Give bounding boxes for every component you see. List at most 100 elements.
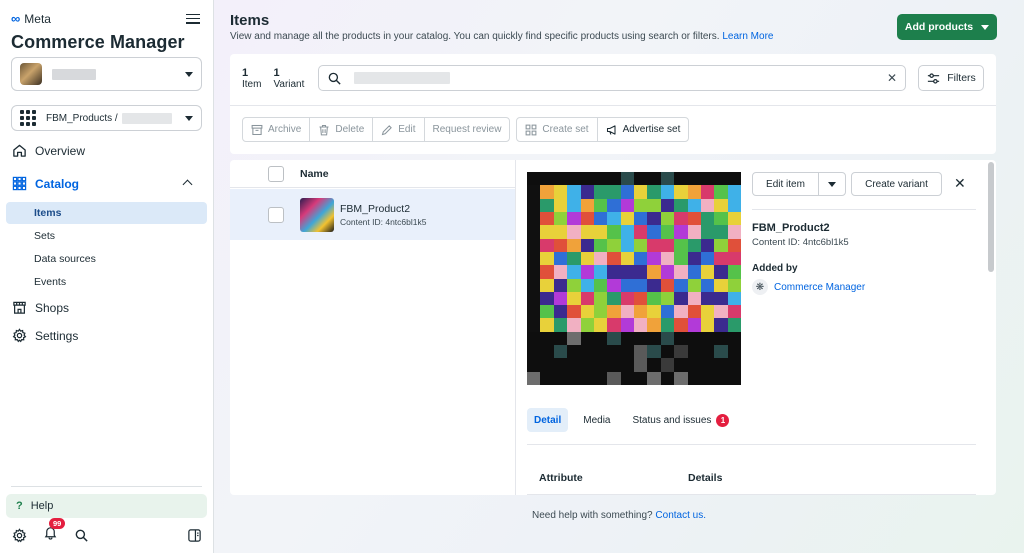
gear-icon[interactable] xyxy=(12,527,27,543)
tab-media[interactable]: Media xyxy=(576,408,617,432)
chevron-down-icon xyxy=(185,115,193,121)
search-input[interactable]: ✕ xyxy=(318,65,906,91)
close-icon[interactable]: ✕ xyxy=(954,175,966,192)
nav-overview[interactable]: Overview xyxy=(12,143,85,158)
edit-item-menu-button[interactable] xyxy=(818,172,846,196)
create-set-label: Create set xyxy=(542,124,589,135)
item-detail-panel: Edit item Create variant ✕ FBM_Product2 … xyxy=(515,160,996,495)
advertise-set-label: Advertise set xyxy=(622,124,681,135)
archive-icon xyxy=(251,124,263,135)
search-value-redacted xyxy=(354,72,450,84)
nav-data-sources[interactable]: Data sources xyxy=(6,248,207,270)
filters-label: Filters xyxy=(947,72,976,84)
main-content: Items View and manage all the products i… xyxy=(214,0,1024,553)
tab-status-and-issues[interactable]: Status and issues 1 xyxy=(625,408,736,432)
bulk-actions-toolbar: Archive Delete Edit Request review Creat… xyxy=(242,117,690,142)
catalog-icon xyxy=(12,176,27,191)
meta-logo[interactable]: ∞ Meta xyxy=(11,11,51,26)
panel-divider xyxy=(230,105,996,106)
nav-overview-label: Overview xyxy=(35,143,86,158)
clear-search-icon[interactable]: ✕ xyxy=(887,71,897,85)
select-all-checkbox[interactable] xyxy=(268,165,284,182)
create-variant-button[interactable]: Create variant xyxy=(851,172,942,196)
meta-infinity-icon: ∞ xyxy=(11,11,21,26)
product-image-preview xyxy=(527,172,741,385)
nav-sets[interactable]: Sets xyxy=(6,225,207,247)
product-name: FBM_Product2 xyxy=(340,202,411,215)
delete-button[interactable]: Delete xyxy=(309,117,374,142)
issues-badge: 1 xyxy=(716,413,730,427)
page-title: Items xyxy=(230,12,270,29)
edit-button[interactable]: Edit xyxy=(372,117,425,142)
nav-events[interactable]: Events xyxy=(6,271,207,293)
search-icon xyxy=(328,72,341,85)
meta-brand-text: Meta xyxy=(24,11,51,26)
name-column-header[interactable]: Name xyxy=(300,168,329,180)
variants-count-value: 1 xyxy=(273,67,280,79)
product-thumbnail xyxy=(300,197,334,232)
archive-label: Archive xyxy=(268,124,302,135)
account-selector[interactable] xyxy=(11,57,202,91)
request-review-label: Request review xyxy=(432,124,502,135)
panel-toggle-icon[interactable] xyxy=(187,528,202,543)
account-avatar xyxy=(20,63,42,85)
nav-items[interactable]: Items xyxy=(6,202,207,224)
learn-more-link[interactable]: Learn More xyxy=(722,31,773,42)
added-by-source[interactable]: ❋ Commerce Manager xyxy=(752,279,865,295)
tab-detail[interactable]: Detail xyxy=(527,408,569,432)
row-checkbox[interactable] xyxy=(268,206,284,223)
sliders-icon xyxy=(928,72,940,84)
megaphone-icon xyxy=(606,124,616,135)
tabs-divider xyxy=(527,444,976,445)
help-button[interactable]: ? Help xyxy=(6,494,207,518)
advertise-set-button[interactable]: Advertise set xyxy=(596,117,690,142)
detail-divider xyxy=(752,209,976,210)
request-review-button[interactable]: Request review xyxy=(423,117,511,142)
catalog-selector-label: FBM_Products / xyxy=(46,112,118,124)
footer-help-text: Need help with something? xyxy=(531,510,653,521)
detail-scrollbar[interactable] xyxy=(988,162,994,272)
detail-content-id: Content ID: 4ntc6bl1k5 xyxy=(752,237,849,248)
account-name-redacted xyxy=(52,68,96,80)
detail-tabs: Detail Media Status and issues 1 xyxy=(527,408,736,432)
chevron-up-icon[interactable] xyxy=(182,179,193,190)
catalog-selector[interactable]: FBM_Products / xyxy=(11,105,202,131)
nav-catalog-label: Catalog xyxy=(35,176,80,191)
table-row[interactable]: FBM_Product2 Content ID: 4ntc6bl1k5 xyxy=(230,189,515,240)
items-count-value: 1 xyxy=(242,67,249,79)
search-toolbar-panel: 1 Item 1 Variant ✕ Filters Archive Delet… xyxy=(230,54,996,154)
notifications-button[interactable]: 99 xyxy=(43,518,66,545)
grid-squares-icon xyxy=(526,124,537,135)
items-count-label: Item xyxy=(242,79,262,90)
chevron-down-icon xyxy=(185,71,193,77)
nav-settings[interactable]: Settings xyxy=(12,328,78,343)
row-info: FBM_Product2 Content ID: 4ntc6bl1k5 xyxy=(340,203,426,227)
items-count: 1 Item xyxy=(242,67,261,90)
page-subtitle-text: View and manage all the products in your… xyxy=(230,31,720,42)
added-by-value: Commerce Manager xyxy=(774,281,866,293)
nav-catalog[interactable]: Catalog xyxy=(12,176,79,191)
item-actions-group: Archive Delete Edit Request review xyxy=(242,117,511,142)
items-list: Name FBM_Product2 Content ID: 4ntc6bl1k5 xyxy=(230,160,515,495)
added-by-label: Added by xyxy=(752,263,798,274)
menu-icon[interactable] xyxy=(186,11,200,25)
shop-icon xyxy=(13,301,26,314)
add-products-label: Add products xyxy=(904,21,974,33)
trash-icon xyxy=(319,124,329,135)
edit-item-button[interactable]: Edit item xyxy=(752,172,819,196)
items-list-header: Name xyxy=(230,160,515,188)
page-subtitle: View and manage all the products in your… xyxy=(230,31,773,42)
create-set-button[interactable]: Create set xyxy=(516,117,598,142)
archive-button[interactable]: Archive xyxy=(242,117,311,142)
nav-shops[interactable]: Shops xyxy=(12,300,69,315)
search-icon[interactable] xyxy=(74,528,89,543)
attribute-column-header: Attribute xyxy=(539,472,583,484)
details-column-header: Details xyxy=(688,472,723,484)
sidebar-bottom-toolbar: 99 xyxy=(12,518,202,545)
add-products-button[interactable]: Add products xyxy=(897,14,997,40)
contact-us-link[interactable]: Contact us. xyxy=(655,510,706,521)
filters-button[interactable]: Filters xyxy=(918,65,984,91)
delete-label: Delete xyxy=(335,124,365,135)
chevron-down-icon xyxy=(828,181,836,187)
app-title: Commerce Manager xyxy=(11,32,185,52)
